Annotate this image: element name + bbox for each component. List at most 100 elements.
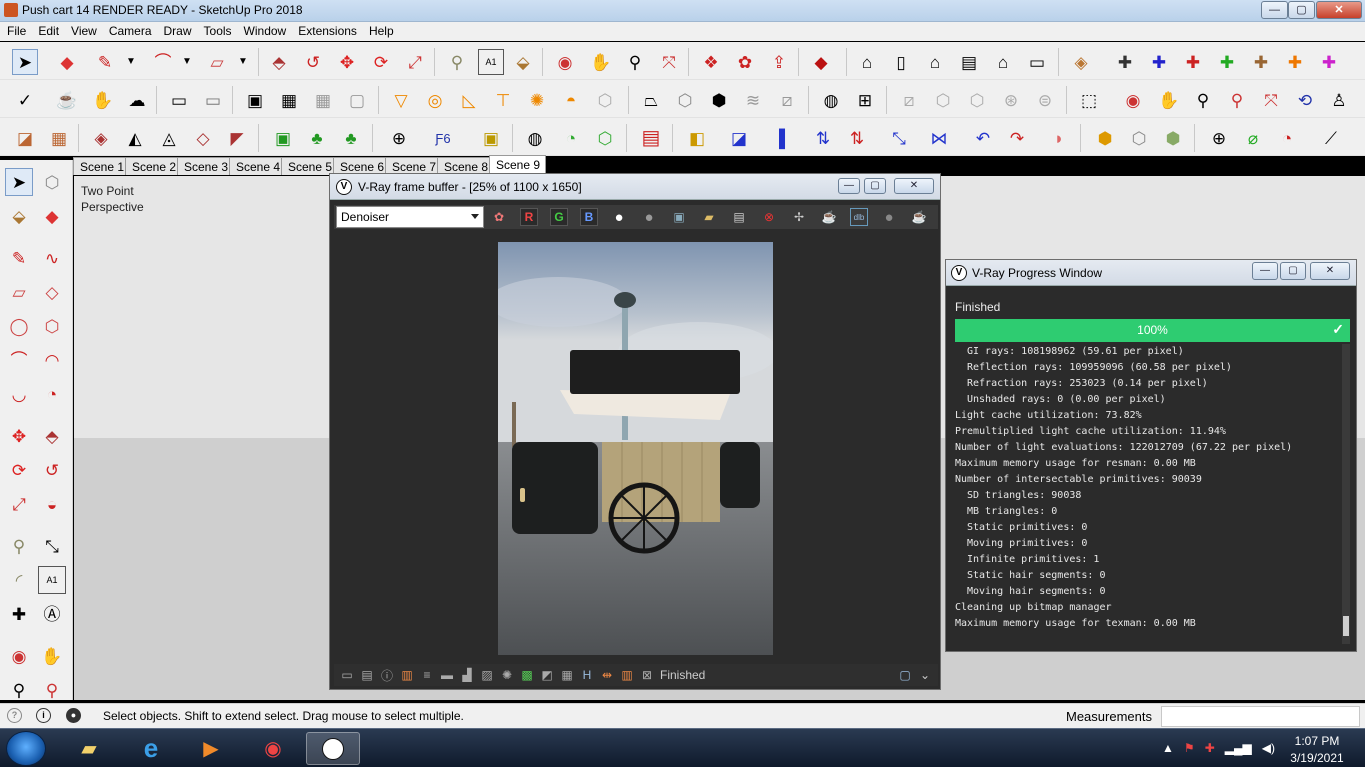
menu-tools[interactable]: Tools <box>197 22 237 38</box>
arc-icon[interactable]: ⌒ <box>5 346 33 374</box>
progress-window-title-bar[interactable]: V V-Ray Progress Window — ▢ ✕ <box>946 260 1356 286</box>
photo-texture-icon[interactable]: ♣ <box>338 125 364 151</box>
right-view-icon[interactable]: ▤ <box>956 49 982 75</box>
text-tool-icon[interactable]: A1 <box>478 49 504 75</box>
pencil-icon[interactable]: ✎ <box>92 49 118 75</box>
region-render-icon[interactable]: dlb <box>850 208 868 226</box>
menu-file[interactable]: File <box>0 22 31 38</box>
teapot-render-icon[interactable]: ☕ <box>820 208 838 226</box>
close-button[interactable]: ✕ <box>1316 1 1362 19</box>
scale-icon[interactable]: ⤢ <box>402 49 428 75</box>
style-5-icon[interactable]: ⊜ <box>1032 87 1058 113</box>
axes-icon[interactable]: ✚ <box>5 600 33 628</box>
sandbox-scratch-icon[interactable]: ▦ <box>46 125 72 151</box>
render-icon[interactable]: ☕ <box>910 208 928 226</box>
maximize-button[interactable]: ▢ <box>1288 1 1315 19</box>
camera-icon[interactable]: ▦ <box>276 87 302 113</box>
save-icon[interactable]: ▣ <box>670 208 688 226</box>
tab-scene-1[interactable]: Scene 1 <box>73 157 131 175</box>
shapes-icon[interactable]: ◔ <box>558 125 584 151</box>
srgb-icon[interactable]: ▦ <box>558 666 576 684</box>
info-icon[interactable]: ⓘ <box>378 666 396 684</box>
tray-chevron-up-icon[interactable]: ▲ <box>1162 741 1174 755</box>
gray-circle-icon[interactable]: ● <box>640 208 658 226</box>
dimension-icon[interactable]: ⊕ <box>1206 125 1232 151</box>
menu-extensions[interactable]: Extensions <box>291 22 362 38</box>
mesh-light-icon[interactable]: ⬡ <box>592 87 618 113</box>
extension-warehouse-icon[interactable]: ◆ <box>808 49 834 75</box>
horizontal-icon[interactable]: ⇹ <box>598 666 616 684</box>
arrows-down-icon[interactable]: ⇅ <box>844 125 870 151</box>
axis-tool-2-icon[interactable]: ✚ <box>1146 49 1172 75</box>
panel-toggle-icon[interactable]: ▢ <box>896 666 914 684</box>
3d-text-icon[interactable]: Ⓐ <box>38 600 66 628</box>
stop-icon[interactable]: ● <box>880 208 898 226</box>
arc-dropdown-icon[interactable]: ▼ <box>174 49 200 75</box>
user-icon[interactable]: ● <box>66 708 81 723</box>
left-view-icon[interactable]: ▭ <box>1024 49 1050 75</box>
mesh-clipper-icon[interactable]: ⧄ <box>774 87 800 113</box>
style-3-icon[interactable]: ⬡ <box>964 87 990 113</box>
follow-me-icon[interactable]: ↺ <box>300 49 326 75</box>
style-1-icon[interactable]: ⧄ <box>896 87 922 113</box>
pencil-icon[interactable]: ✎ <box>5 244 33 272</box>
proxy-export-icon[interactable]: ⬢ <box>706 87 732 113</box>
pan-icon[interactable]: ✋ <box>588 49 614 75</box>
light-icon[interactable]: ▭ <box>166 87 192 113</box>
geo-location-icon[interactable]: ⊕ <box>386 125 412 151</box>
color-correction-icon[interactable]: ▥ <box>398 666 416 684</box>
weld-icon[interactable]: ◗ <box>1046 125 1072 151</box>
tab-scene-9[interactable]: Scene 9 <box>489 155 547 175</box>
chevron-down-icon[interactable]: ⌄ <box>916 666 934 684</box>
paint-bucket-icon[interactable]: ⬙ <box>5 202 33 230</box>
scrollbar-thumb[interactable] <box>1343 616 1349 636</box>
paint-bucket-icon[interactable]: ⬙ <box>510 49 536 75</box>
text-tool-icon[interactable]: A1 <box>38 566 66 594</box>
alert-icon[interactable]: ✚ <box>1205 741 1215 755</box>
rect-light-icon[interactable]: ◺ <box>456 87 482 113</box>
circle-icon[interactable]: ◯ <box>5 312 33 340</box>
infinite-plane-icon[interactable]: ⏢ <box>638 87 664 113</box>
shape-dropdown-icon[interactable]: ▼ <box>230 49 256 75</box>
vray-taskbar-icon[interactable]: V <box>306 732 360 765</box>
tab-scene-3[interactable]: Scene 3 <box>177 157 235 175</box>
offset-icon[interactable]: ◒ <box>38 490 66 518</box>
arrows-up-icon[interactable]: ⇅ <box>810 125 836 151</box>
style-4-icon[interactable]: ⊛ <box>998 87 1024 113</box>
compare-icon[interactable]: ◩ <box>538 666 556 684</box>
panel-icon[interactable]: ▌ <box>772 125 798 151</box>
menu-camera[interactable]: Camera <box>102 22 157 38</box>
pie-icon[interactable]: ◔ <box>38 380 66 408</box>
log-scrollbar[interactable] <box>1342 344 1350 644</box>
move-icon[interactable]: ✥ <box>5 422 33 450</box>
eraser-icon[interactable]: ◆ <box>38 202 66 230</box>
sun-icon[interactable]: ✺ <box>524 87 550 113</box>
frame-buffer-title-bar[interactable]: V V-Ray frame buffer - [25% of 1100 x 16… <box>330 174 940 200</box>
solid-3-icon[interactable]: ⬢ <box>1160 125 1186 151</box>
lut-icon[interactable]: ▩ <box>518 666 536 684</box>
iso-view-icon[interactable]: ⌂ <box>854 49 880 75</box>
components-icon[interactable]: ✿ <box>732 49 758 75</box>
fb-close-button[interactable]: ✕ <box>894 178 934 194</box>
cloud-icon[interactable]: ☁ <box>124 87 150 113</box>
smoove-icon[interactable]: ◈ <box>88 125 114 151</box>
rectangle-icon[interactable]: ▱ <box>204 49 230 75</box>
eraser-icon[interactable]: ◆ <box>54 49 80 75</box>
fur-icon[interactable]: ≋ <box>740 87 766 113</box>
explorer-taskbar-icon[interactable]: ▰ <box>62 732 116 765</box>
axis-tool-6-icon[interactable]: ✚ <box>1282 49 1308 75</box>
histogram-icon[interactable]: ▟ <box>458 666 476 684</box>
volume-icon[interactable]: ◀) <box>1262 741 1275 755</box>
start-button[interactable] <box>6 731 46 766</box>
zoom-icon[interactable]: ⚲ <box>622 49 648 75</box>
layers-icon[interactable]: ▤ <box>358 666 376 684</box>
white-circle-icon[interactable]: ● <box>610 208 628 226</box>
geo-location-status-icon[interactable]: ? <box>7 708 22 723</box>
select-tool-icon[interactable]: ➤ <box>12 49 38 75</box>
redo-arrow-icon[interactable]: ↷ <box>1004 125 1030 151</box>
dome-light-icon[interactable]: ◓ <box>558 87 584 113</box>
close-compare-icon[interactable]: ⊠ <box>638 666 656 684</box>
rotated-rectangle-icon[interactable]: ◇ <box>38 278 66 306</box>
polygon-icon[interactable]: ⬡ <box>38 312 66 340</box>
render-image[interactable] <box>498 242 773 655</box>
